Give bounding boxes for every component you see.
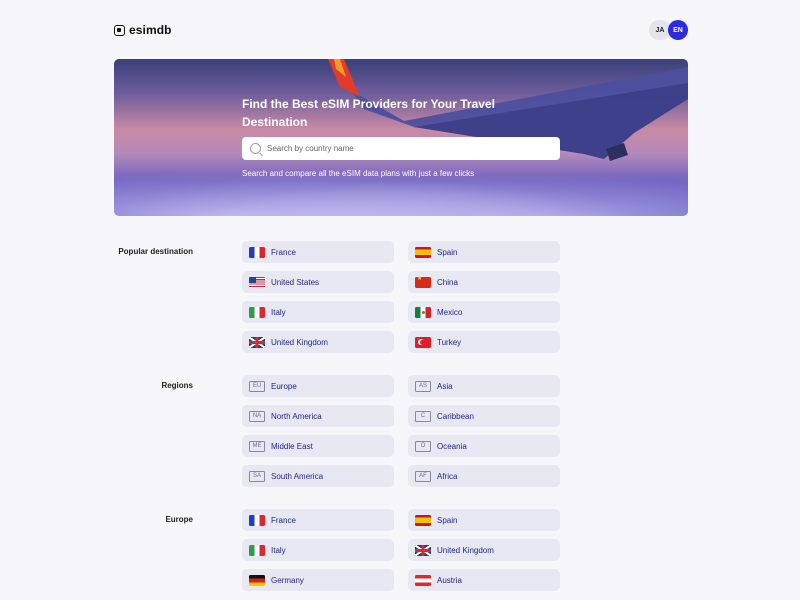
flag-united-kingdom-icon (415, 544, 431, 556)
flag-spain-icon (415, 514, 431, 526)
destination-italy[interactable]: Italy (242, 301, 394, 323)
region-code-icon: C (415, 410, 431, 422)
europe-spain[interactable]: Spain (408, 509, 560, 531)
flag-spain-icon (415, 246, 431, 258)
flag-turkey-icon (415, 336, 431, 348)
section-label-regions: Regions (161, 381, 193, 390)
hero-subtitle: Search and compare all the eSIM data pla… (242, 169, 475, 178)
search-box[interactable] (242, 137, 560, 160)
region-code-icon: EU (249, 380, 265, 392)
flag-italy-icon (249, 544, 265, 556)
europe-austria[interactable]: Austria (408, 569, 560, 591)
destination-china[interactable]: China (408, 271, 560, 293)
europe-germany[interactable]: Germany (242, 569, 394, 591)
region-north-america[interactable]: NA North America (242, 405, 394, 427)
flag-mexico-icon (415, 306, 431, 318)
destination-united-states[interactable]: United States (242, 271, 394, 293)
destination-spain[interactable]: Spain (408, 241, 560, 263)
language-en-button[interactable]: EN (668, 20, 688, 40)
destination-turkey[interactable]: Turkey (408, 331, 560, 353)
country-search-input[interactable] (267, 144, 547, 153)
region-code-icon: SA (249, 470, 265, 482)
destination-united-kingdom[interactable]: United Kingdom (242, 331, 394, 353)
region-south-america[interactable]: SA South America (242, 465, 394, 487)
region-europe[interactable]: EU Europe (242, 375, 394, 397)
logo-icon (114, 24, 125, 36)
region-oceania[interactable]: O Oceania (408, 435, 560, 457)
region-caribbean[interactable]: C Caribbean (408, 405, 560, 427)
region-code-icon: AF (415, 470, 431, 482)
region-africa[interactable]: AF Africa (408, 465, 560, 487)
destination-mexico[interactable]: Mexico (408, 301, 560, 323)
flag-france-icon (249, 246, 265, 258)
europe-united-kingdom[interactable]: United Kingdom (408, 539, 560, 561)
flag-austria-icon (415, 574, 431, 586)
search-icon (250, 143, 261, 154)
region-code-icon: AS (415, 380, 431, 392)
section-label-popular: Popular destination (118, 247, 193, 256)
site-logo[interactable]: esimdb (114, 23, 172, 37)
region-asia[interactable]: AS Asia (408, 375, 560, 397)
logo-text: esimdb (129, 23, 172, 37)
region-code-icon: O (415, 440, 431, 452)
region-middle-east[interactable]: ME Middle East (242, 435, 394, 457)
hero-title: Find the Best eSIM Providers for Your Tr… (242, 97, 495, 129)
flag-united-states-icon (249, 276, 265, 288)
hero-banner: Find the Best eSIM Providers for Your Tr… (114, 59, 688, 216)
flag-germany-icon (249, 574, 265, 586)
flag-united-kingdom-icon (249, 336, 265, 348)
europe-france[interactable]: France (242, 509, 394, 531)
section-label-europe: Europe (165, 515, 193, 524)
region-code-icon: NA (249, 410, 265, 422)
destination-france[interactable]: France (242, 241, 394, 263)
europe-italy[interactable]: Italy (242, 539, 394, 561)
flag-france-icon (249, 514, 265, 526)
flag-italy-icon (249, 306, 265, 318)
region-code-icon: ME (249, 440, 265, 452)
flag-china-icon (415, 276, 431, 288)
